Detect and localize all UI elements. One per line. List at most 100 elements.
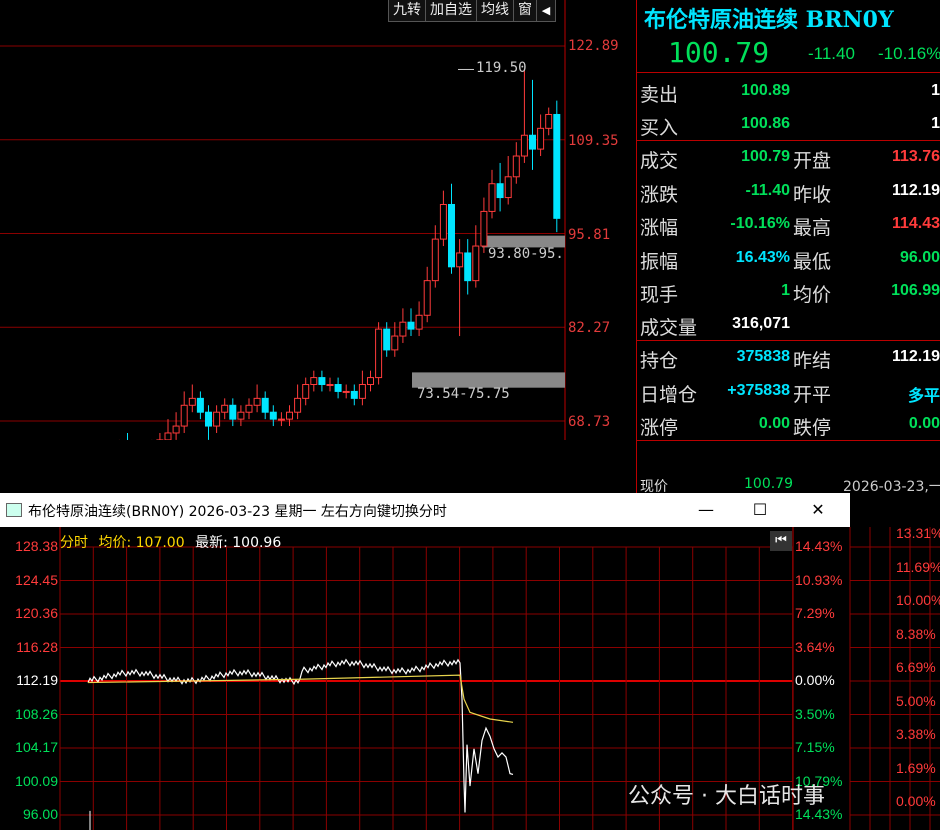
stat-label: 涨停 xyxy=(640,417,679,439)
stat-value: 106.99 xyxy=(891,282,940,299)
candle-body xyxy=(431,238,439,282)
candle-body xyxy=(529,134,536,150)
far-right-y-tick: 6.69% xyxy=(896,659,936,675)
candle-body xyxy=(326,384,334,387)
app-icon xyxy=(6,503,22,517)
watermark: 公众号 · 大白话时事 xyxy=(628,784,825,809)
far-right-y-tick: 11.69% xyxy=(896,558,940,575)
moving-average-button[interactable]: 均线 xyxy=(476,0,514,22)
panel-divider xyxy=(636,0,637,500)
right-y-tick: 14.43% xyxy=(795,538,843,554)
kline-chart xyxy=(0,0,566,440)
stat-label: 持仓 xyxy=(640,350,679,372)
right-y-tick: 7.15% xyxy=(795,739,835,755)
left-y-tick: 124.45 xyxy=(15,571,58,588)
candle-body xyxy=(496,183,504,199)
candle-body xyxy=(375,328,383,379)
candle-body xyxy=(180,404,188,427)
divider xyxy=(636,440,940,441)
candle-body xyxy=(415,314,423,330)
far-right-y-tick: 5.00% xyxy=(896,692,936,709)
candle-body xyxy=(172,425,180,434)
stat-label: 振幅 xyxy=(640,250,679,273)
stat-label: 涨幅 xyxy=(640,217,679,239)
stat-label: 昨结 xyxy=(793,350,832,372)
y-tick: 95.81 xyxy=(568,227,611,243)
avg-value: 107.00 xyxy=(135,535,185,551)
stat-label: 日增仓 xyxy=(640,383,698,406)
candle-body xyxy=(188,397,196,406)
last-label: 最新: xyxy=(195,535,228,551)
sell-price: 100.89 xyxy=(741,82,790,99)
window-title: 布伦特原油连续(BRN0Y) 2026-03-23 星期一 左右方向键切换分时 xyxy=(28,504,447,520)
high-price-label: 119.50 xyxy=(476,60,527,76)
stat-value: 112.19 xyxy=(891,348,940,365)
stat-label: 成交 xyxy=(640,150,679,172)
sell-qty: 1 xyxy=(931,82,940,99)
candle-body xyxy=(350,390,358,399)
divider xyxy=(636,340,940,341)
close-button[interactable]: ✕ xyxy=(795,493,841,527)
left-y-tick: 128.38 xyxy=(15,538,58,554)
divider xyxy=(636,140,940,141)
y-tick: 122.89 xyxy=(568,38,619,54)
left-y-tick: 108.26 xyxy=(15,705,58,722)
stat-label: 跌停 xyxy=(793,417,832,439)
price-change: -11.40 xyxy=(808,44,855,63)
instrument-title: 布伦特原油连续 BRN0Y xyxy=(644,7,894,33)
candle-body xyxy=(205,411,212,427)
window-titlebar[interactable]: 布伦特原油连续(BRN0Y) 2026-03-23 星期一 左右方向键切换分时 … xyxy=(0,493,850,527)
candle-body xyxy=(277,418,285,421)
divider xyxy=(636,72,940,73)
minimize-button[interactable]: — xyxy=(683,493,729,527)
right-y-tick: 10.93% xyxy=(795,571,843,588)
candle-body xyxy=(480,210,488,247)
far-right-y-tick: 0.00% xyxy=(896,793,936,809)
far-right-y-tick: 10.00% xyxy=(896,592,940,608)
last-value: 100.96 xyxy=(232,535,282,551)
maximize-button[interactable]: ☐ xyxy=(737,493,783,527)
candle-body xyxy=(286,411,293,420)
stat-value: 375838 xyxy=(736,348,790,365)
candle-body xyxy=(399,321,407,337)
stat-label: 均价 xyxy=(793,284,832,306)
far-right-y-tick: 8.38% xyxy=(896,625,936,642)
intraday-label: 分时 xyxy=(60,535,88,551)
stat-label: 开盘 xyxy=(793,150,832,172)
stat-value: 1 xyxy=(781,282,790,299)
candle-body xyxy=(472,245,480,282)
back-to-start-icon[interactable]: ⏮ xyxy=(770,531,792,551)
volume-value: 316,071 xyxy=(732,315,790,332)
jiuzhuan-button[interactable]: 九转 xyxy=(388,0,426,22)
candle-body xyxy=(310,377,318,386)
window-button[interactable]: 窗 xyxy=(513,0,537,22)
candle-body xyxy=(407,321,415,330)
candle-body xyxy=(213,411,221,427)
stat-label: 最低 xyxy=(793,250,832,273)
avg-price-line xyxy=(87,674,514,723)
candle-body xyxy=(318,377,326,386)
stat-value: -11.40 xyxy=(745,181,790,199)
stat-label: 涨跌 xyxy=(640,183,679,206)
collapse-arrow-icon[interactable]: ◀ xyxy=(536,0,556,22)
left-y-tick: 100.09 xyxy=(15,772,58,789)
left-y-tick: 116.28 xyxy=(16,638,58,655)
add-watchlist-button[interactable]: 加自选 xyxy=(425,0,477,22)
candle-body xyxy=(294,397,302,413)
candle-body xyxy=(229,404,237,420)
far-right-y-tick: 1.69% xyxy=(896,759,936,776)
stat-label: 现手 xyxy=(640,284,679,306)
stat-label: 昨收 xyxy=(793,183,832,206)
left-y-tick: 96.00 xyxy=(22,806,58,822)
stat-value: 113.76 xyxy=(891,148,940,165)
stat-value: 多平 xyxy=(907,387,940,405)
stat-value: -10.16% xyxy=(730,215,790,232)
candle-body xyxy=(245,404,253,413)
candle-body xyxy=(553,113,561,219)
stat-value: 112.19 xyxy=(891,181,940,199)
left-y-tick: 112.19 xyxy=(16,672,58,688)
candle-body xyxy=(367,377,374,386)
candle-body xyxy=(358,384,366,399)
candle-body xyxy=(237,411,245,420)
candle-body xyxy=(342,390,350,393)
